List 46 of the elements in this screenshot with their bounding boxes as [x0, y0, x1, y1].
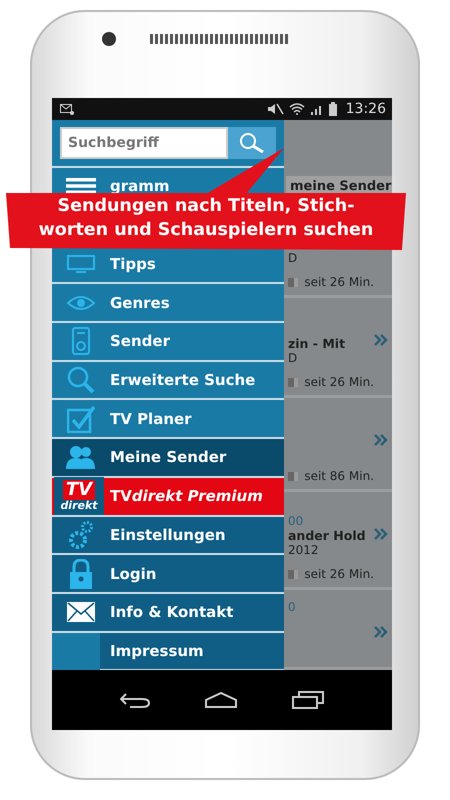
search-button[interactable]	[228, 127, 276, 159]
program-entry[interactable]: seit 86 Min.	[284, 398, 392, 492]
battery-icon	[328, 102, 337, 116]
gears-icon	[69, 520, 93, 550]
program-title: ander Hold	[288, 528, 366, 543]
search-field[interactable]: Suchbegriff	[60, 127, 228, 159]
chevron-icon	[374, 334, 388, 346]
menu-icon	[66, 178, 96, 194]
monitor-icon	[67, 255, 95, 274]
signal-icon	[310, 103, 324, 115]
chevron-icon	[374, 626, 388, 638]
elapsed-time: seit 26 Min.	[304, 275, 374, 289]
back-icon[interactable]	[120, 692, 150, 708]
menu-item[interactable]: Login	[52, 555, 284, 594]
menu-item[interactable]: Impressum	[100, 632, 284, 670]
clock-time: 13:26	[346, 101, 386, 117]
camera-dot	[102, 32, 116, 46]
menu-item[interactable]: Info & Kontakt	[52, 594, 284, 633]
mail-notification-icon	[60, 104, 74, 114]
envelope-icon	[67, 602, 95, 622]
tv-direkt-logo: TV direkt	[54, 477, 104, 516]
menu-item[interactable]: Einstellungen	[52, 516, 284, 556]
program-title: zin - Mit	[288, 336, 346, 351]
padlock-icon	[69, 558, 93, 589]
program-detail: 2012	[288, 543, 319, 557]
speaker-icon	[72, 327, 90, 356]
wifi-icon	[288, 103, 305, 115]
mute-icon	[266, 103, 284, 115]
program-entry[interactable]: 00 ander Hold 2012 seit 26 Min.	[284, 492, 392, 590]
elapsed-time: seit 26 Min.	[304, 375, 374, 389]
program-time: 0	[288, 600, 297, 614]
program-entry[interactable]: zin - Mit D seit 26 Min.	[284, 298, 392, 398]
chevron-icon	[374, 434, 388, 446]
menu-item[interactable]: Meine Sender	[52, 439, 284, 478]
magnifier-icon	[67, 366, 95, 394]
program-time: 00	[288, 514, 304, 528]
program-detail: D	[288, 351, 298, 365]
elapsed-time: seit 86 Min.	[304, 469, 374, 483]
eye-icon	[67, 294, 95, 311]
elapsed-time: seit 26 Min.	[304, 567, 374, 581]
checkbox-icon	[67, 404, 95, 433]
chevron-icon	[374, 528, 388, 540]
program-detail: D	[288, 251, 298, 265]
home-icon[interactable]	[204, 692, 237, 708]
recent-apps-icon[interactable]	[292, 691, 324, 709]
people-icon	[66, 445, 96, 470]
